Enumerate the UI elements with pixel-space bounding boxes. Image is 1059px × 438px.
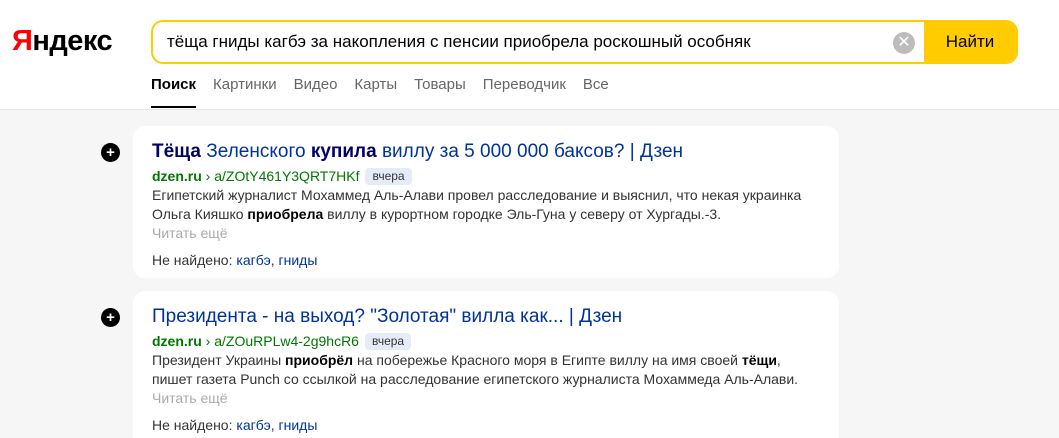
expand-result-icon[interactable]: + <box>101 143 120 162</box>
tab-images[interactable]: Картинки <box>213 74 277 108</box>
not-found-words: Не найдено: кагбэ, гниды <box>152 252 318 268</box>
missing-word-link[interactable]: гниды <box>279 417 318 433</box>
yandex-logo[interactable]: Яндекс <box>12 24 113 58</box>
search-result: Тёща Зеленского купила виллу за 5 000 00… <box>133 126 839 278</box>
result-title-link[interactable]: Президента - на выход? "Золотая" вилла к… <box>152 303 820 331</box>
result-title-link[interactable]: Тёща Зеленского купила виллу за 5 000 00… <box>152 138 820 166</box>
expand-result-icon[interactable]: + <box>101 308 120 327</box>
result-snippet: Президент Украины приобрёл на побережье … <box>152 352 799 406</box>
tab-maps[interactable]: Карты <box>354 74 397 108</box>
result-host-link[interactable]: dzen.ru <box>152 333 202 349</box>
search-result: Президента - на выход? "Золотая" вилла к… <box>133 291 839 438</box>
search-box: ✕ Найти <box>151 20 1018 64</box>
result-url: dzen.ru › a/ZOuRPLw4-2g9hcR6 вчера <box>152 331 820 351</box>
date-badge: вчера <box>365 168 412 185</box>
clear-icon[interactable]: ✕ <box>893 32 915 54</box>
search-button[interactable]: Найти <box>924 22 1016 62</box>
tab-video[interactable]: Видео <box>294 74 338 108</box>
header: Яндекс ✕ Найти Поиск Картинки Видео Карт… <box>0 0 1059 110</box>
tab-all[interactable]: Все <box>583 74 609 108</box>
tab-translator[interactable]: Переводчик <box>483 74 566 108</box>
read-more-link[interactable]: Читать ещё <box>152 225 228 241</box>
result-snippet: Египетский журналист Мохаммед Аль-Алави … <box>152 187 802 241</box>
read-more-link[interactable]: Читать ещё <box>152 390 228 406</box>
search-tabs: Поиск Картинки Видео Карты Товары Перево… <box>151 74 626 108</box>
result-url: dzen.ru › a/ZOtY461Y3QRT7HKf вчера <box>152 166 820 186</box>
missing-word-link[interactable]: кагбэ <box>236 417 270 433</box>
tab-goods[interactable]: Товары <box>414 74 466 108</box>
result-path-link[interactable]: a/ZOtY461Y3QRT7HKf <box>214 168 359 184</box>
result-path-link[interactable]: a/ZOuRPLw4-2g9hcR6 <box>214 333 359 349</box>
missing-word-link[interactable]: гниды <box>279 252 318 268</box>
missing-word-link[interactable]: кагбэ <box>236 252 270 268</box>
date-badge: вчера <box>364 333 412 350</box>
result-host-link[interactable]: dzen.ru <box>152 168 202 184</box>
not-found-words: Не найдено: кагбэ, гниды <box>152 417 318 433</box>
tab-search[interactable]: Поиск <box>151 74 197 108</box>
search-input[interactable] <box>153 22 923 62</box>
